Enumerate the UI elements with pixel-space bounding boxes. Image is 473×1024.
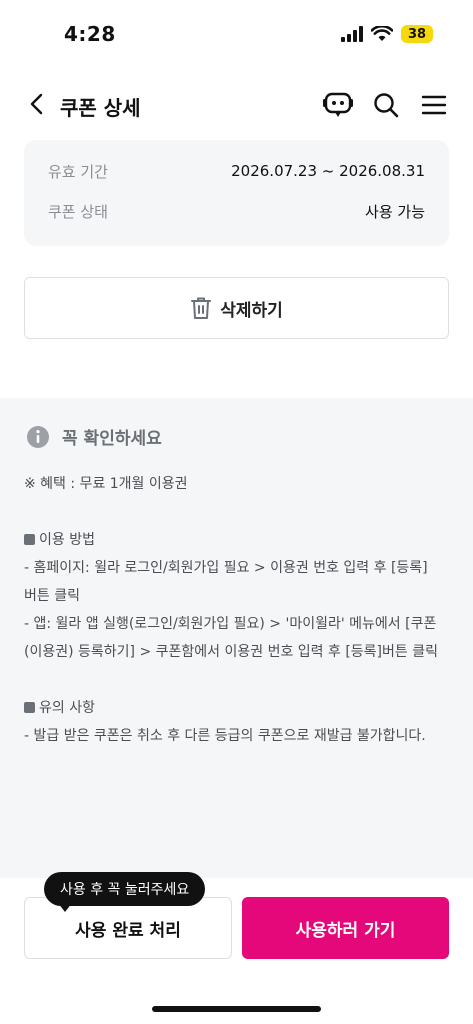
page-title: 쿠폰 상세 xyxy=(60,96,141,120)
back-icon[interactable] xyxy=(26,92,50,116)
delete-button-label: 삭제하기 xyxy=(220,300,283,321)
home-indicator xyxy=(152,1006,321,1012)
notice-body: ※ 혜택 : 무료 1개월 이용권 이용 방법 - 홈페이지: 윌라 로그인/회… xyxy=(24,470,449,750)
info-icon xyxy=(27,425,49,448)
search-icon[interactable] xyxy=(372,91,400,119)
go-use-button[interactable]: 사용하러 가기 xyxy=(242,897,449,959)
bottom-action-bar: 사용 후 꼭 눌러주세요 사용 완료 처리 사용하러 가기 xyxy=(0,872,473,1024)
delete-button[interactable]: 삭제하기 xyxy=(24,277,449,339)
status-label: 쿠폰 상태 xyxy=(48,202,108,221)
coupon-info-row-validity: 유효 기간 2026.07.23 ~ 2026.08.31 xyxy=(48,160,425,182)
mark-used-button[interactable]: 사용 완료 처리 xyxy=(24,897,232,959)
validity-label: 유효 기간 xyxy=(48,162,108,181)
coupon-info-row-status: 쿠폰 상태 사용 가능 xyxy=(48,200,425,222)
notice-section: 꼭 확인하세요 ※ 혜택 : 무료 1개월 이용권 이용 방법 - 홈페이지: … xyxy=(0,398,473,878)
usage-line: - 홈페이지: 윌라 로그인/회원가입 필요 > 이용권 번호 입력 후 [등록… xyxy=(24,560,428,604)
caution-line: - 발급 받은 쿠폰은 취소 후 다른 등급의 쿠폰으로 재발급 불가합니다. xyxy=(24,728,426,744)
chatbot-icon[interactable] xyxy=(322,90,354,120)
status-time: 4:28 xyxy=(64,22,116,46)
notice-benefit: ※ 혜택 : 무료 1개월 이용권 xyxy=(24,476,188,492)
notice-title: 꼭 확인하세요 xyxy=(62,429,162,449)
square-bullet-icon xyxy=(24,702,35,713)
usage-tooltip: 사용 후 꼭 눌러주세요 xyxy=(44,872,206,906)
notice-header: 꼭 확인하세요 xyxy=(26,424,162,449)
battery-icon: 38 xyxy=(401,25,433,43)
menu-icon[interactable] xyxy=(420,93,448,117)
wifi-icon xyxy=(371,26,393,41)
caution-heading: 유의 사항 xyxy=(24,694,449,722)
cellular-signal-icon xyxy=(341,26,363,42)
trash-icon xyxy=(191,297,212,319)
tooltip-tail xyxy=(58,903,72,912)
status-bar: 4:28 38 xyxy=(0,0,473,70)
coupon-info-card: 유효 기간 2026.07.23 ~ 2026.08.31 쿠폰 상태 사용 가… xyxy=(24,140,449,246)
validity-value: 2026.07.23 ~ 2026.08.31 xyxy=(231,162,425,180)
caution-title: 유의 사항 xyxy=(39,700,95,716)
usage-heading: 이용 방법 xyxy=(24,526,449,554)
usage-line: - 앱: 윌라 앱 실행(로그인/회원가입 필요) > '마이윌라' 메뉴에서 … xyxy=(24,616,438,660)
status-value: 사용 가능 xyxy=(365,202,425,221)
square-bullet-icon xyxy=(24,534,35,545)
usage-title: 이용 방법 xyxy=(39,532,95,548)
app-header: 쿠폰 상세 xyxy=(0,80,473,130)
status-icons: 38 xyxy=(341,25,433,43)
